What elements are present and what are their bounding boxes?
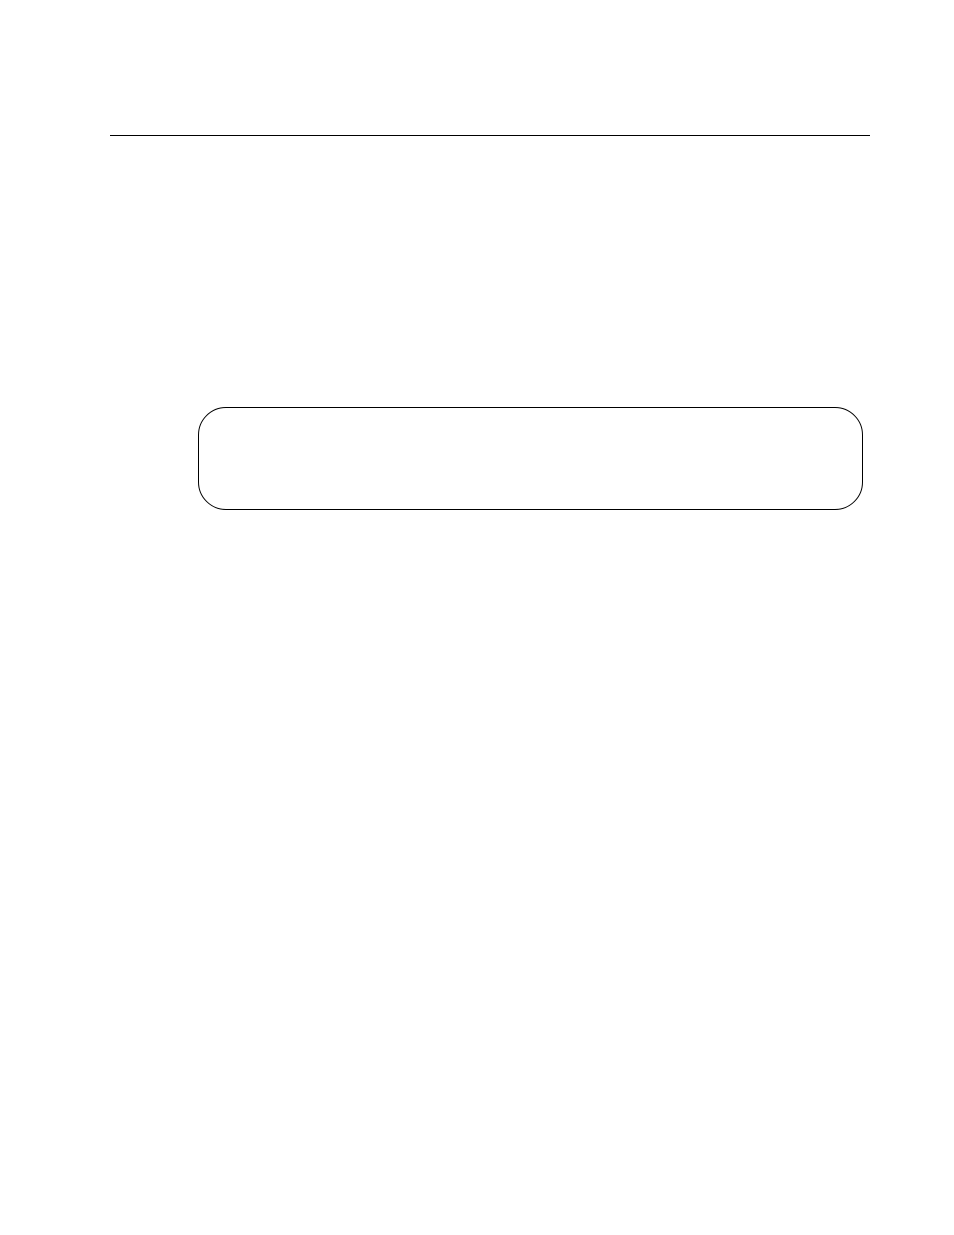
horizontal-rule [110,135,870,136]
rounded-box [198,407,863,510]
